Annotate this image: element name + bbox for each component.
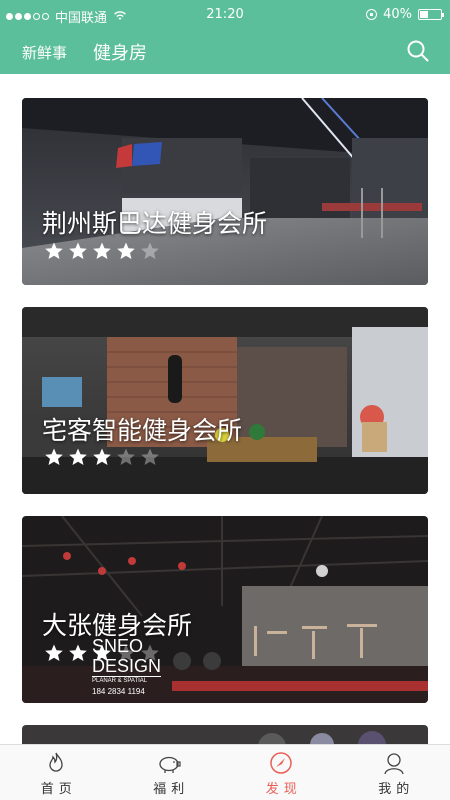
compass-icon: [270, 752, 292, 774]
star-filled-icon: [69, 644, 87, 661]
status-right: 40%: [366, 7, 444, 22]
battery-icon: [418, 9, 444, 20]
star-empty-icon: [117, 448, 135, 465]
status-bar: 中国联通 21:20 40%: [0, 0, 450, 30]
tab-home[interactable]: 首页: [0, 745, 113, 800]
star-filled-icon: [45, 242, 63, 259]
gym-list: 荆州斯巴达健身会所 宅客智能健身会所 大张健身会所 SNEO DESIGN PL…: [0, 74, 450, 744]
gym-card[interactable]: 宅客智能健身会所: [22, 307, 428, 494]
tab-new[interactable]: 新鲜事: [22, 42, 67, 63]
star-filled-icon: [69, 242, 87, 259]
person-icon: [384, 753, 404, 775]
tab-label: 福利: [153, 782, 190, 797]
gym-photo: [22, 725, 428, 744]
piggy-bank-icon: [159, 756, 181, 773]
gym-card[interactable]: 大张健身会所 SNEO DESIGN PLANAR & SPATIAL 184 …: [22, 516, 428, 703]
gym-card[interactable]: 荆州斯巴达健身会所: [22, 98, 428, 285]
search-icon[interactable]: [406, 39, 430, 63]
gym-name: 宅客智能健身会所: [42, 416, 243, 445]
tab-label: 首页: [40, 782, 77, 797]
flame-icon: [49, 752, 63, 772]
gym-name: 荆州斯巴达健身会所: [42, 209, 268, 238]
tab-welfare[interactable]: 福利: [113, 745, 226, 800]
rating-stars: [44, 241, 160, 261]
tab-mine[interactable]: 我的: [338, 745, 450, 800]
star-filled-icon: [69, 448, 87, 465]
star-filled-icon: [45, 448, 63, 465]
star-filled-icon: [45, 644, 63, 661]
gym-card[interactable]: [22, 725, 428, 744]
tab-label: 发现: [265, 782, 302, 797]
nav-bar: 新鲜事 健身房: [0, 30, 450, 74]
star-filled-icon: [93, 242, 111, 259]
tab-gym[interactable]: 健身房: [93, 39, 147, 65]
battery-percent: 40%: [383, 7, 412, 22]
tab-label: 我的: [378, 782, 415, 797]
star-filled-icon: [93, 448, 111, 465]
watermark-logo: SNEO DESIGN PLANAR & SPATIAL 184 2834 11…: [92, 636, 162, 696]
rotation-lock-icon: [366, 9, 378, 20]
star-filled-icon: [117, 242, 135, 259]
tab-discover[interactable]: 发现: [225, 745, 338, 800]
rating-stars: [44, 447, 160, 467]
star-empty-icon: [141, 242, 159, 259]
bottom-tab-bar: 首页 福利 发现 我的: [0, 744, 450, 800]
star-empty-icon: [141, 448, 159, 465]
